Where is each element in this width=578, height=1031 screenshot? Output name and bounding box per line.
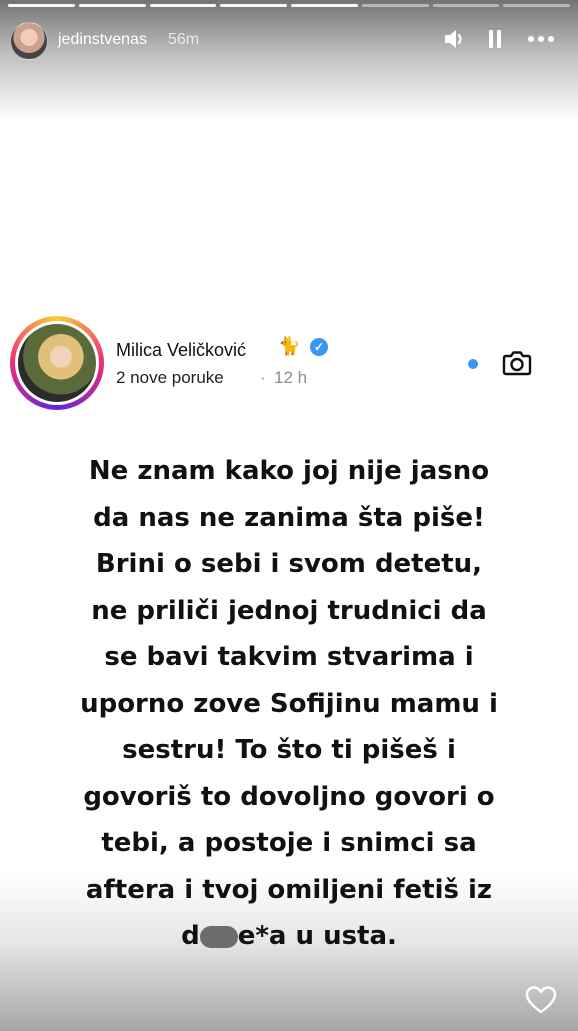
pause-icon[interactable] [482, 26, 508, 52]
shared-post-header: Milica Veličković 🐈 ✓ 2 nove poruke · 12… [10, 316, 568, 412]
progress-segment [78, 4, 146, 7]
message-line: sestru! To što ti pišeš i [122, 735, 456, 765]
post-avatar-photo [18, 324, 96, 402]
post-subtitle: 2 nove poruke [116, 368, 224, 387]
progress-segment [503, 4, 570, 7]
heart-icon[interactable] [524, 984, 558, 1016]
story-header: jedinstvenas 56m [0, 18, 578, 62]
volume-icon[interactable] [442, 26, 468, 52]
progress-segment [8, 4, 75, 7]
message-last-line: d e*a u usta. [20, 913, 558, 960]
post-avatar-ring[interactable] [10, 316, 104, 410]
progress-segment [149, 4, 217, 7]
story-message-text: Ne znam kako joj nije jasno da nas ne za… [20, 448, 558, 960]
progress-segment [220, 4, 287, 7]
camera-icon[interactable] [500, 346, 534, 380]
message-line: se bavi takvim stvarima i [104, 642, 474, 672]
message-line: aftera i tvoj omiljeni fetiš iz [85, 874, 493, 905]
progress-segment [432, 4, 500, 7]
message-line: da nas ne zanima šta piše! [93, 502, 485, 533]
story-timestamp: 56m [168, 31, 200, 48]
unread-dot [468, 359, 478, 369]
story-author-avatar[interactable] [10, 22, 48, 60]
censor-blur [199, 925, 238, 948]
more-icon[interactable] [524, 26, 558, 52]
verified-badge-icon: ✓ [310, 338, 328, 356]
story-progress-bar [8, 4, 570, 7]
message-line: ne priliči jednoj trudnici da [91, 595, 487, 626]
cat-emoji: 🐈 [278, 336, 301, 356]
post-separator: · [260, 368, 266, 387]
message-last-line-start: d [181, 921, 200, 951]
message-line: uporno zove Sofijinu mamu i [80, 688, 498, 719]
post-time: 12 h [274, 368, 308, 387]
message-line: Ne znam kako joj nije jasno [88, 456, 490, 486]
message-line: tebi, a postoje i snimci sa [101, 828, 477, 858]
post-author-name: Milica Veličković [116, 340, 247, 360]
story-username[interactable]: jedinstvenas [58, 31, 147, 49]
progress-segment [291, 4, 358, 7]
message-line: Brini o sebi i svom detetu, [95, 549, 483, 579]
progress-segment [361, 4, 429, 7]
message-line: govoriš to dovoljno govori o [83, 781, 495, 812]
post-avatar [15, 321, 99, 405]
message-last-line-end: e*a u usta. [237, 921, 397, 951]
